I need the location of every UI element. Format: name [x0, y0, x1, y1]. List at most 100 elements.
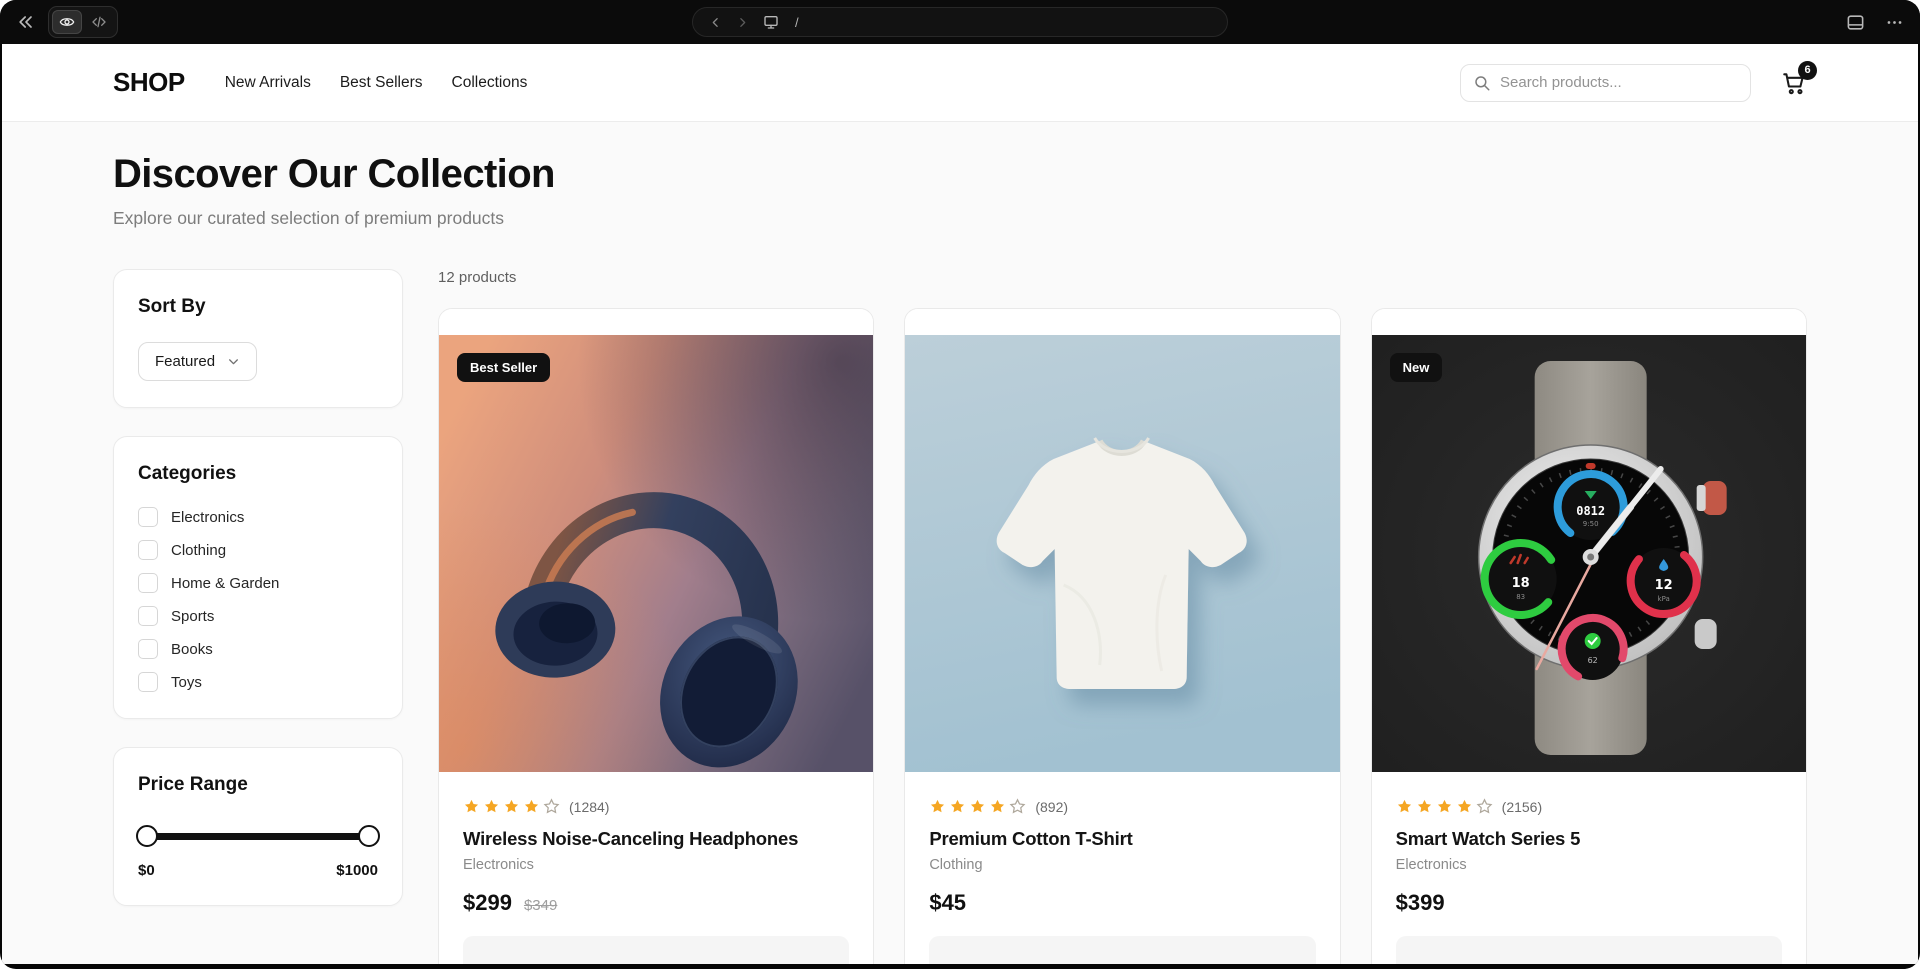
cart-button[interactable]: 6: [1781, 70, 1807, 96]
product-image: Best Seller: [439, 335, 873, 772]
sort-dropdown[interactable]: Featured: [138, 342, 257, 381]
product-info: (892) Premium Cotton T-Shirt Clothing $4…: [905, 772, 1339, 964]
cart-count-badge: 6: [1798, 61, 1817, 80]
product-card-top-strip: [1372, 309, 1806, 335]
star-filled-icon: [929, 798, 946, 815]
shop-header: SHOP New Arrivals Best Sellers Collectio…: [2, 44, 1918, 122]
panel-bottom-icon[interactable]: [1846, 13, 1865, 32]
product-category: Electronics: [1396, 857, 1782, 873]
product-price: $299: [463, 890, 512, 916]
product-results: 12 products Best Seller: [438, 269, 1807, 964]
star-outline-icon: [543, 798, 560, 815]
tshirt-photo: [905, 335, 1339, 772]
star-outline-icon: [1009, 798, 1026, 815]
product-card[interactable]: New 0812 9:50: [1371, 308, 1807, 964]
forward-icon[interactable]: [736, 16, 749, 29]
category-checkbox-row-books[interactable]: Books: [138, 639, 378, 659]
filters-sidebar: Sort By Featured Categories Electronics …: [113, 269, 403, 906]
back-icon[interactable]: [709, 16, 722, 29]
category-checkbox-row-sports[interactable]: Sports: [138, 606, 378, 626]
page-title: Discover Our Collection: [113, 152, 1807, 197]
svg-text:0812: 0812: [1576, 504, 1605, 518]
search-icon: [1473, 74, 1491, 92]
price-slider-handle-min[interactable]: [136, 825, 158, 847]
main-nav: New Arrivals Best Sellers Collections: [225, 74, 528, 92]
product-card[interactable]: Best Seller: [438, 308, 874, 964]
price-slider-handle-max[interactable]: [358, 825, 380, 847]
hero-section: Discover Our Collection Explore our cura…: [2, 122, 1918, 229]
star-filled-icon: [463, 798, 480, 815]
search-input[interactable]: [1500, 74, 1738, 91]
price-range-card: Price Range $0 $1000: [113, 747, 403, 906]
product-old-price: $349: [524, 897, 557, 914]
product-badge: New: [1390, 353, 1443, 382]
sort-card: Sort By Featured: [113, 269, 403, 408]
star-filled-icon: [949, 798, 966, 815]
star-filled-icon: [1456, 798, 1473, 815]
chevrons-left-icon[interactable]: [16, 12, 36, 32]
price-min-label: $0: [138, 862, 155, 879]
category-checkbox-row-home-garden[interactable]: Home & Garden: [138, 573, 378, 593]
nav-link-collections[interactable]: Collections: [452, 74, 528, 92]
category-list: Electronics Clothing Home & Garden Sport…: [138, 507, 378, 692]
product-image: [905, 335, 1339, 772]
results-count: 12 products: [438, 269, 1807, 286]
star-filled-icon: [969, 798, 986, 815]
add-to-cart-button[interactable]: [463, 936, 849, 964]
price-slider-track: [142, 833, 374, 840]
category-label: Sports: [171, 608, 214, 625]
categories-title: Categories: [138, 463, 378, 485]
svg-text:12: 12: [1654, 578, 1672, 593]
product-star-rating: [463, 798, 560, 815]
app-window: / SHOP New Arrivals Best Sellers Collect…: [0, 0, 1920, 969]
nav-link-best-sellers[interactable]: Best Sellers: [340, 74, 423, 92]
product-name: Smart Watch Series 5: [1396, 828, 1782, 850]
product-card[interactable]: (892) Premium Cotton T-Shirt Clothing $4…: [904, 308, 1340, 964]
category-label: Home & Garden: [171, 575, 279, 592]
svg-text:83: 83: [1516, 593, 1525, 601]
star-filled-icon: [523, 798, 540, 815]
chevron-down-icon: [227, 355, 240, 368]
checkbox[interactable]: [138, 672, 158, 692]
url-bar[interactable]: /: [692, 7, 1228, 37]
eye-icon[interactable]: [52, 10, 82, 34]
product-star-rating: [929, 798, 1026, 815]
sort-title: Sort By: [138, 296, 378, 318]
category-checkbox-row-toys[interactable]: Toys: [138, 672, 378, 692]
star-filled-icon: [1396, 798, 1413, 815]
product-review-count: (892): [1035, 799, 1068, 815]
svg-text:62: 62: [1587, 656, 1597, 665]
product-badge: Best Seller: [457, 353, 550, 382]
product-card-top-strip: [905, 309, 1339, 335]
sort-value: Featured: [155, 353, 215, 370]
shop-logo[interactable]: SHOP: [113, 67, 185, 98]
product-category: Clothing: [929, 857, 1315, 873]
svg-text:kPa: kPa: [1657, 595, 1669, 603]
checkbox[interactable]: [138, 507, 158, 527]
category-label: Books: [171, 641, 213, 658]
star-filled-icon: [483, 798, 500, 815]
category-checkbox-row-electronics[interactable]: Electronics: [138, 507, 378, 527]
page-subtitle: Explore our curated selection of premium…: [113, 208, 1807, 229]
product-info: (1284) Wireless Noise-Canceling Headphon…: [439, 772, 873, 964]
code-icon[interactable]: [84, 10, 114, 34]
product-info: (2156) Smart Watch Series 5 Electronics …: [1372, 772, 1806, 964]
price-max-label: $1000: [336, 862, 378, 879]
category-checkbox-row-clothing[interactable]: Clothing: [138, 540, 378, 560]
star-filled-icon: [503, 798, 520, 815]
preview-viewport: SHOP New Arrivals Best Sellers Collectio…: [2, 44, 1918, 964]
product-star-rating: [1396, 798, 1493, 815]
add-to-cart-button[interactable]: [1396, 936, 1782, 964]
ellipsis-icon[interactable]: [1885, 13, 1904, 32]
checkbox[interactable]: [138, 540, 158, 560]
checkbox[interactable]: [138, 606, 158, 626]
nav-link-new-arrivals[interactable]: New Arrivals: [225, 74, 311, 92]
checkbox[interactable]: [138, 573, 158, 593]
monitor-icon[interactable]: [763, 14, 779, 30]
product-card-top-strip: [439, 309, 873, 335]
add-to-cart-button[interactable]: [929, 936, 1315, 964]
svg-text:9:50: 9:50: [1582, 520, 1598, 528]
checkbox[interactable]: [138, 639, 158, 659]
product-category: Electronics: [463, 857, 849, 873]
product-price: $45: [929, 890, 966, 916]
